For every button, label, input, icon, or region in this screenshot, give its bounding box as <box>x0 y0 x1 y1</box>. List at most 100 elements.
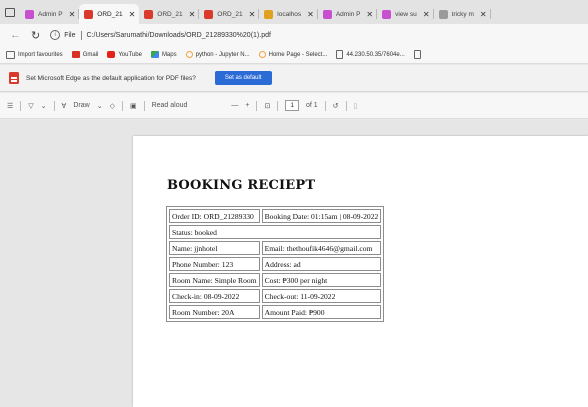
info-icon[interactable]: i <box>50 30 61 40</box>
amount-paid-cell: Amount Paid: ₱900 <box>261 305 382 319</box>
check-in-cell: Check-in: 08-09-2022 <box>169 289 260 303</box>
bookmark-label: Gmail <box>82 51 99 58</box>
bookmark-home-page[interactable]: Home Page - Select... <box>258 51 328 58</box>
pdf-document-icon <box>9 72 19 84</box>
tab-title: ORD_21 <box>97 10 123 18</box>
search-favicon-icon <box>438 9 448 19</box>
browser-tab[interactable]: ORD_21 ✕ <box>139 4 200 24</box>
pdf-favicon-icon <box>84 9 94 19</box>
cost-cell: Cost: ₱300 per night <box>261 273 382 287</box>
table-row: Room Number: 20A Amount Paid: ₱900 <box>169 305 382 319</box>
page-total-label: of 1 <box>305 102 318 109</box>
tab-title: ORD_21 <box>157 10 183 18</box>
table-row: Phone Number: 123 Address: ad <box>169 257 382 271</box>
browser-tab[interactable]: Admin P ✕ <box>318 4 378 24</box>
toolbar-divider <box>324 100 326 111</box>
url-field[interactable]: i File C:/Users/Sarumathi/Downloads/ORD_… <box>50 30 271 40</box>
bookmark-jupyter[interactable]: python - Jupyter N... <box>185 51 250 58</box>
bookmark-label: 44.230.50.35/7604e... <box>346 51 405 58</box>
tab-title: localhos <box>277 10 302 18</box>
draw-button[interactable]: Draw <box>73 102 89 109</box>
erase-icon[interactable]: ◇ <box>110 102 115 110</box>
table-row: Room Name: Simple Room Cost: ₱300 per ni… <box>169 273 382 287</box>
maps-icon <box>150 51 159 58</box>
highlight-icon[interactable]: ▽ <box>28 102 33 110</box>
pdf-favicon-icon <box>204 9 214 19</box>
set-as-default-button[interactable]: Set as default <box>214 71 272 85</box>
toolbar-divider <box>121 100 123 111</box>
bookmark-label: Import favourites <box>18 51 63 58</box>
page-icon <box>413 50 421 59</box>
back-arrow-icon[interactable]: ← <box>10 29 21 41</box>
close-tab-icon[interactable]: ✕ <box>249 10 256 19</box>
bookmark-label: YouTube <box>118 51 142 58</box>
import-icon <box>6 50 15 59</box>
toolbar-divider <box>143 100 145 111</box>
browser-tab-active[interactable]: ORD_21 ✕ <box>79 4 140 24</box>
window-menu-icon[interactable] <box>0 0 20 24</box>
tab-title: ORD_21 <box>217 10 243 18</box>
chevron-down-icon[interactable]: ⌄ <box>41 102 47 110</box>
room-name-cell: Room Name: Simple Room <box>169 273 260 287</box>
gmail-icon <box>71 51 80 58</box>
email-cell: Email: thethoufik4646@gmail.com <box>261 241 382 255</box>
table-row: Status: booked <box>169 225 382 239</box>
address-bar: ← ↻ i File C:/Users/Sarumathi/Downloads/… <box>0 24 588 46</box>
close-tab-icon[interactable]: ✕ <box>307 10 314 19</box>
browser-tab[interactable]: view su ✕ <box>377 4 434 24</box>
view-icon[interactable]: ▣ <box>130 102 137 110</box>
browser-tab[interactable]: Admin P ✕ <box>20 4 80 24</box>
bookmark-maps[interactable]: Maps <box>150 51 177 58</box>
bookmark-import-favourites[interactable]: Import favourites <box>6 50 63 59</box>
zoom-out-button[interactable]: — <box>231 102 238 109</box>
localhost-favicon-icon <box>264 9 274 19</box>
url-separator <box>80 30 82 40</box>
tab-title: Admin P <box>38 10 63 18</box>
tab-strip: Admin P ✕ ORD_21 ✕ ORD_21 ✕ ORD_21 ✕ loc… <box>0 0 588 24</box>
bookmark-label: Maps <box>161 51 177 58</box>
chevron-down-icon[interactable]: ⌄ <box>97 102 103 110</box>
close-tab-icon[interactable]: ✕ <box>423 10 430 19</box>
pdf-toolbar: ☰ ▽ ⌄ ∀ Draw ⌄ ◇ ▣ Read aloud — + ⊡ 1 of… <box>0 93 588 119</box>
youtube-icon <box>107 51 116 58</box>
jupyter-icon <box>258 51 266 58</box>
refresh-icon[interactable]: ↻ <box>31 29 40 42</box>
bookmark-label: Home Page - Select... <box>268 51 328 58</box>
toolbar-divider <box>345 100 347 111</box>
page-icon <box>336 50 344 59</box>
url-scheme-label: File <box>64 31 76 39</box>
receipt-table: Order ID: ORD_21289330 Booking Date: 01:… <box>166 206 385 322</box>
browser-tab[interactable]: localhos ✕ <box>259 4 318 24</box>
read-aloud-button[interactable]: Read aloud <box>152 102 188 109</box>
jupyter-icon <box>185 51 193 58</box>
browser-tab[interactable]: ORD_21 ✕ <box>199 4 260 24</box>
close-tab-icon[interactable]: ✕ <box>69 10 76 19</box>
booking-date-cell: Booking Date: 01:15am | 08-09-2022 <box>261 209 382 223</box>
admin-favicon-icon <box>382 9 392 19</box>
default-pdf-prompt: Set Microsoft Edge as the default applic… <box>0 65 588 92</box>
draw-icon[interactable]: ∀ <box>62 102 67 110</box>
bookmark-ip-address[interactable]: 44.230.50.35/7604e... <box>336 50 405 59</box>
browser-tab[interactable]: tricky m ✕ <box>434 4 491 24</box>
rotate-icon[interactable]: ↺ <box>333 102 339 110</box>
page-view-icon[interactable]: ▯ <box>354 102 358 110</box>
close-tab-icon[interactable]: ✕ <box>129 10 136 19</box>
zoom-in-button[interactable]: + <box>245 102 249 109</box>
toolbar-divider <box>20 100 22 111</box>
close-tab-icon[interactable]: ✕ <box>480 10 487 19</box>
table-row: Check-in: 08-09-2022 Check-out: 11-09-20… <box>169 289 382 303</box>
tab-title: Admin P <box>335 10 361 18</box>
phone-cell: Phone Number: 123 <box>169 257 260 271</box>
tab-title: tricky m <box>451 10 474 18</box>
bookmark-overflow[interactable] <box>413 50 421 59</box>
admin-favicon-icon <box>322 9 332 19</box>
close-tab-icon[interactable]: ✕ <box>366 10 373 19</box>
fit-page-icon[interactable]: ⊡ <box>264 102 270 110</box>
contents-icon[interactable]: ☰ <box>7 102 13 110</box>
bookmark-youtube[interactable]: YouTube <box>107 51 142 58</box>
page-number-input[interactable]: 1 <box>285 100 299 111</box>
bookmark-gmail[interactable]: Gmail <box>71 51 99 58</box>
toolbar-divider <box>277 100 279 111</box>
address-cell: Address: ad <box>261 257 382 271</box>
close-tab-icon[interactable]: ✕ <box>189 10 196 19</box>
